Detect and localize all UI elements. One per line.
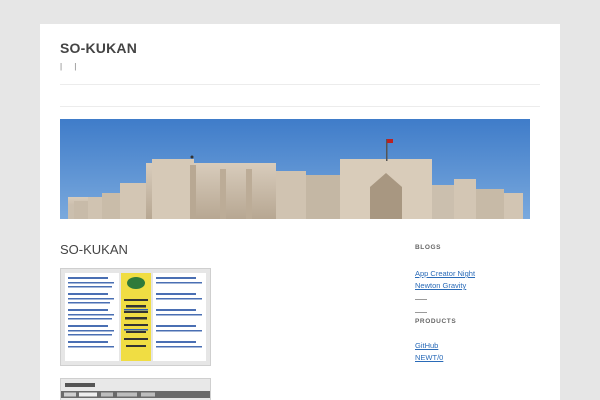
nav-divider — [60, 106, 540, 107]
app-screenshot-thumbnail[interactable] — [60, 378, 211, 400]
header-divider — [60, 84, 540, 85]
sidebar-link-newton-gravity[interactable]: Newton Gravity — [415, 281, 466, 290]
widget-title-blogs: BLOGS — [415, 244, 442, 251]
site-description: | | — [60, 62, 82, 71]
website-screenshot-thumbnail[interactable] — [60, 268, 211, 366]
page-container: SO-KUKAN | | SO-KUKAN BLOGS App Creator … — [40, 24, 560, 400]
website-screenshot-icon — [61, 269, 210, 365]
app-screenshot-icon — [61, 379, 210, 400]
site-title[interactable]: SO-KUKAN — [60, 40, 137, 56]
header-image — [60, 119, 530, 219]
widget-title-products: PRODUCTS — [415, 318, 457, 325]
sidebar-link-github[interactable]: GitHub — [415, 341, 438, 350]
sidebar-link-app-creator-night[interactable]: App Creator Night — [415, 269, 475, 278]
sidebar-separator — [415, 299, 427, 300]
sidebar-separator — [415, 312, 427, 313]
caravanserai-photo-icon — [60, 119, 530, 219]
sidebar-link-newt0[interactable]: NEWT/0 — [415, 353, 443, 362]
entry-title[interactable]: SO-KUKAN — [60, 242, 128, 257]
